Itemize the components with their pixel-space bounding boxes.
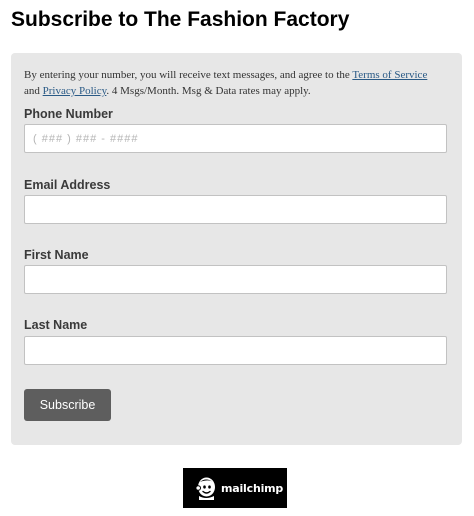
phone-number-label: Phone Number [24, 107, 113, 121]
phone-number-input[interactable] [24, 124, 447, 153]
mailchimp-freddie-icon [194, 476, 218, 500]
mailchimp-wordmark: mailchimp [221, 481, 284, 495]
terms-of-service-link[interactable]: Terms of Service [352, 69, 427, 81]
subscribe-button[interactable]: Subscribe [24, 389, 111, 421]
mailchimp-badge[interactable]: mailchimp [183, 468, 287, 508]
first-name-input[interactable] [24, 265, 447, 294]
email-address-label: Email Address [24, 178, 111, 192]
page-title: Subscribe to The Fashion Factory [11, 8, 350, 31]
privacy-policy-link[interactable]: Privacy Policy [43, 85, 107, 97]
disclaimer-text-prefix: By entering your number, you will receiv… [24, 69, 353, 81]
disclaimer-text-suffix: . 4 Msgs/Month. Msg & Data rates may app… [106, 85, 311, 97]
disclaimer-text-middle: and [24, 85, 43, 97]
first-name-label: First Name [24, 248, 89, 262]
email-address-input[interactable] [24, 195, 447, 224]
last-name-input[interactable] [24, 336, 447, 365]
last-name-label: Last Name [24, 318, 88, 332]
sms-disclaimer: By entering your number, you will receiv… [24, 67, 439, 99]
subscribe-form: By entering your number, you will receiv… [11, 53, 462, 445]
